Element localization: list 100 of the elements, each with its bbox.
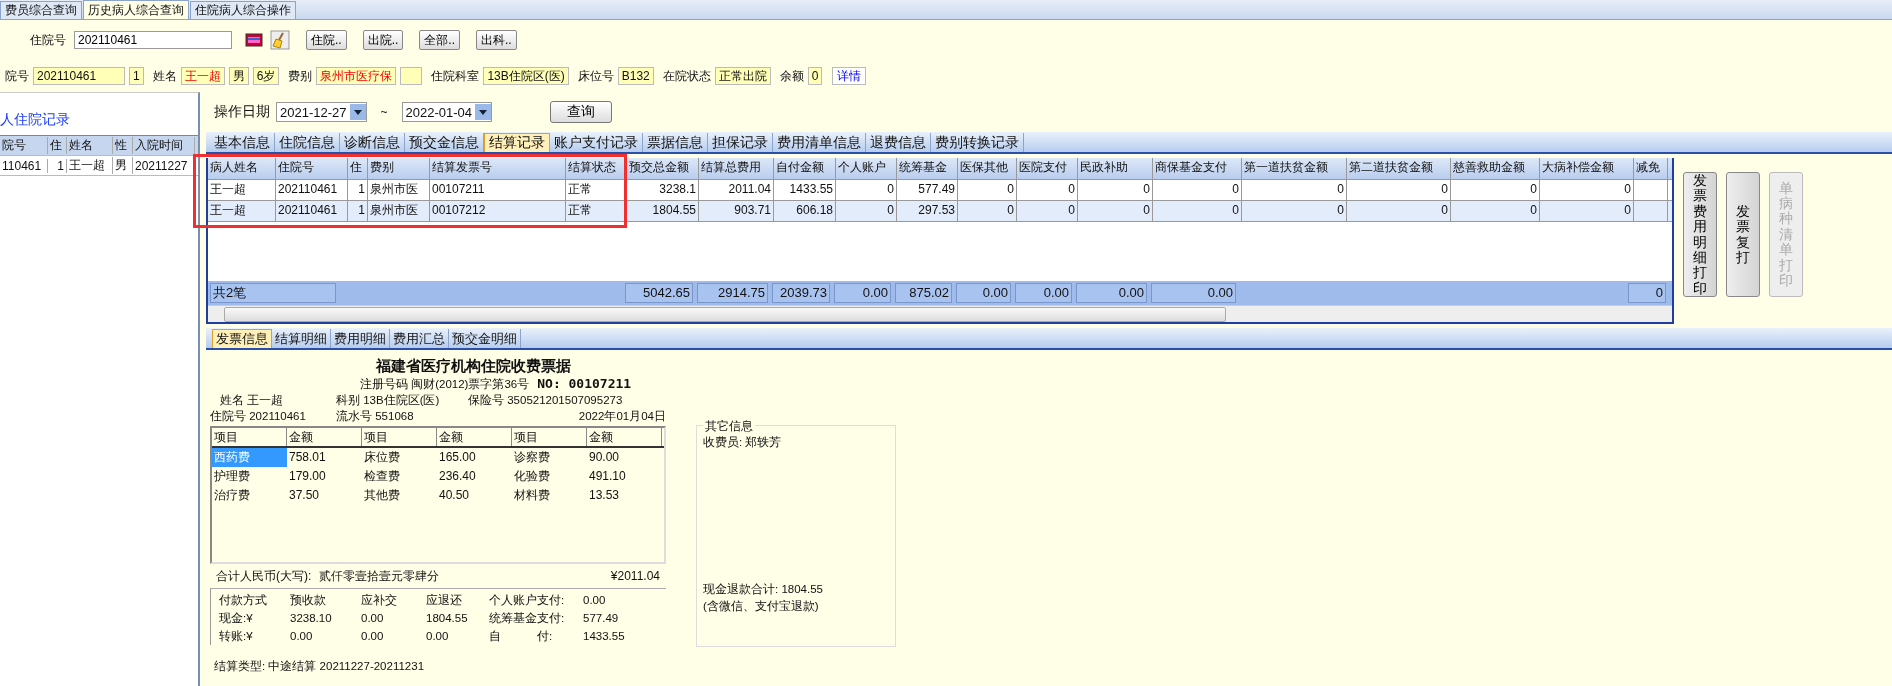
fee-item[interactable]: 检查费 [362, 467, 437, 486]
table-cell: 0 [836, 201, 897, 221]
detail-tab[interactable]: 结算记录 [484, 133, 550, 152]
summary-cell: 2039.73 [772, 283, 830, 303]
invoice-tab[interactable]: 发票信息 [212, 329, 272, 348]
invoice-tab[interactable]: 预交金明细 [449, 329, 521, 348]
table-cell: 0 [958, 201, 1017, 221]
fee-item[interactable]: 护理费 [212, 467, 287, 486]
fee-item[interactable]: 化验费 [512, 467, 587, 486]
filter-button[interactable]: 住院.. [306, 30, 347, 50]
fee-amount: 37.50 [288, 487, 321, 504]
admission-number: 住院号 202110461 [210, 409, 307, 424]
column-header: 自付金额 [774, 158, 836, 179]
fee-item[interactable]: 其他费 [362, 486, 437, 505]
field-label: 住院科室 [431, 67, 480, 85]
page-tab[interactable]: 历史病人综合查询 [83, 0, 189, 19]
column-header: 项目 [212, 428, 287, 446]
print-button[interactable]: 发票费用明细打印 [1683, 172, 1717, 297]
scrollbar-thumb[interactable] [224, 307, 1226, 322]
filter-button[interactable]: 出科.. [476, 30, 517, 50]
table-cell: 0 [1153, 201, 1242, 221]
detail-tab[interactable]: 诊断信息 [340, 133, 405, 152]
summary-cell: 共2笔 [210, 283, 336, 303]
fee-amount: 13.53 [588, 487, 621, 504]
detail-tab[interactable]: 担保记录 [708, 133, 773, 152]
detail-tab[interactable]: 费别转换记录 [931, 133, 1024, 152]
payment-text: 现金:¥ [219, 611, 254, 626]
range-separator: ~ [380, 105, 388, 119]
table-cell: 1 [348, 180, 368, 200]
field-label: 院号 [5, 67, 29, 85]
table-cell: 00107212 [430, 201, 566, 221]
column-header: 大病补偿金额 [1540, 158, 1634, 179]
filter-button[interactable]: 出院.. [362, 30, 404, 50]
payment-text: 自 付: [489, 629, 554, 644]
table-cell: 606.18 [774, 201, 836, 221]
column-header: 个人账户 [836, 158, 897, 179]
cashier: 收费员: 郑轶芳 [703, 435, 783, 450]
column-header: 住 [48, 137, 67, 154]
invoice-tab[interactable]: 费用明细 [331, 329, 390, 348]
column-header: 结算总费用 [699, 158, 774, 179]
column-header: 项目 [362, 428, 437, 446]
column-header: 病人姓名 [208, 158, 276, 179]
fee-item[interactable]: 床位费 [362, 448, 437, 467]
table-cell: 0 [1540, 201, 1634, 221]
table-cell: 577.49 [897, 180, 958, 200]
page-tab[interactable]: 住院病人综合操作 [190, 1, 296, 19]
payment-text: 转账:¥ [219, 629, 254, 644]
detail-tab[interactable]: 退费信息 [866, 133, 931, 152]
table-cell: 泉州市医 [368, 201, 430, 221]
date-to-dropdown[interactable]: 2022-01-04 [401, 102, 492, 122]
admission-label: 住院号 [30, 31, 66, 49]
table-cell: 0 [836, 180, 897, 200]
query-button[interactable]: 查询 [550, 101, 612, 123]
date-from-dropdown[interactable]: 2021-12-27 [276, 102, 367, 122]
column-header: 姓名 [67, 137, 113, 154]
detail-tab[interactable]: 账户支付记录 [550, 133, 643, 152]
caret-icon [349, 104, 366, 120]
payment-text: 1433.55 [583, 629, 626, 644]
table-cell: 0 [958, 180, 1017, 200]
column-header: 性 [113, 137, 133, 154]
column-header: 住 [348, 158, 368, 179]
payment-text: 0.00 [426, 629, 450, 644]
total-in-words: 贰仟零壹拾壹元零肆分 [319, 568, 440, 585]
table-cell: 泉州市医 [368, 180, 430, 200]
total-amount: ¥2011.04 [610, 568, 660, 585]
detail-tab[interactable]: 票据信息 [643, 133, 708, 152]
refund-total: 现金退款合计: 1804.55 [703, 582, 824, 597]
caret-icon [475, 104, 491, 120]
serial-number: 流水号 551068 [336, 409, 414, 424]
table-cell: 1 [348, 201, 368, 221]
print-button[interactable]: 发票复打 [1726, 172, 1760, 297]
payment-text: 应补交 [361, 593, 398, 608]
details-link[interactable]: 详情 [832, 67, 867, 85]
payment-text: 0.00 [583, 593, 607, 608]
detail-tab[interactable]: 住院信息 [275, 133, 340, 152]
broom-icon[interactable] [270, 30, 290, 50]
filter-button[interactable]: 全部.. [419, 30, 460, 50]
fee-item[interactable]: 诊察费 [512, 448, 587, 467]
table-cell: 0 [1017, 180, 1078, 200]
page-tab[interactable]: 费员综合查询 [0, 1, 82, 19]
column-header: 预交总金额 [627, 158, 699, 179]
invoice-tab[interactable]: 结算明细 [272, 329, 331, 348]
detail-tab[interactable]: 基本信息 [210, 133, 275, 152]
detail-tab[interactable]: 费用清单信息 [773, 133, 866, 152]
info-field: 1 [129, 67, 144, 85]
admission-number-field[interactable]: 202110461 [74, 31, 232, 49]
panel-title: 人住院记录 [0, 111, 71, 129]
card-reader-icon[interactable] [244, 30, 264, 50]
total-label: 合计人民币(大写): [216, 568, 312, 585]
invoice-tab[interactable]: 费用汇总 [390, 329, 449, 348]
column-header: 结算状态 [566, 158, 627, 179]
fee-item[interactable]: 治疗费 [212, 486, 287, 505]
column-header: 第二道扶贫金额 [1347, 158, 1451, 179]
horizontal-scrollbar[interactable] [208, 305, 1672, 322]
invoice-number: NO: 00107211 [537, 376, 632, 392]
payment-text: 预收款 [290, 593, 327, 608]
column-header: 结算发票号 [430, 158, 566, 179]
column-header: 减免 [1634, 158, 1668, 179]
fee-item[interactable]: 材料费 [512, 486, 587, 505]
info-field: 6岁 [252, 67, 280, 85]
